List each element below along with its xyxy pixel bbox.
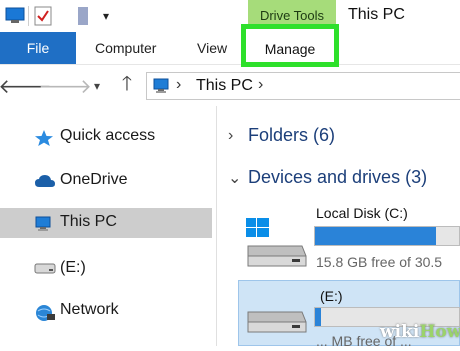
watermark-prefix: wiki (380, 322, 420, 342)
sidebar-item-network[interactable]: Network (0, 296, 212, 326)
sidebar-item-label: (E:) (60, 259, 86, 276)
drive-icon (34, 261, 56, 279)
computer-icon (34, 215, 54, 233)
tab-file[interactable]: File (0, 32, 76, 64)
drive-icon (244, 298, 308, 346)
tab-computer[interactable]: Computer (95, 40, 156, 56)
sidebar-item-label: This PC (60, 213, 117, 230)
sidebar-item-label: OneDrive (60, 171, 128, 188)
drive-label: Local Disk (C:) (316, 205, 408, 221)
sidebar-item-this-pc[interactable]: This PC (0, 208, 212, 238)
chevron-right-icon[interactable]: › (228, 127, 233, 145)
window-title: This PC (348, 6, 405, 23)
wikihow-watermark: wikiHow (380, 322, 460, 342)
properties-icon[interactable] (32, 6, 54, 26)
drive-usage-fill (315, 308, 321, 326)
back-arrow-icon[interactable]: 🡐 (0, 72, 52, 100)
pane-divider[interactable] (216, 106, 217, 346)
sidebar-item-quick-access[interactable]: Quick access (0, 122, 212, 152)
cloud-icon (34, 173, 55, 191)
computer-icon[interactable] (4, 6, 26, 26)
network-icon (34, 303, 55, 321)
tab-manage[interactable]: Manage (241, 24, 339, 67)
drive-tools-label: Drive Tools (259, 8, 325, 23)
qa-divider (28, 6, 29, 26)
drive-usage-bar (314, 226, 460, 246)
drive-free-space: 15.8 GB free of 30.5 (316, 254, 443, 270)
drive-usage-fill (315, 227, 436, 245)
sidebar-item-label: Quick access (60, 127, 156, 144)
sidebar-item-drive-e[interactable]: (E:) (0, 254, 212, 284)
watermark-suffix: How (419, 322, 460, 342)
computer-icon (152, 77, 172, 100)
devices-section-header[interactable]: Devices and drives (3) (248, 167, 427, 188)
customize-dropdown-icon[interactable]: ▾ (96, 6, 116, 26)
forward-arrow-icon[interactable]: 🡒 (38, 72, 92, 100)
chevron-down-icon[interactable]: ▾ (88, 72, 106, 100)
windows-drive-icon[interactable] (244, 216, 308, 272)
folders-section-header[interactable]: Folders (6) (248, 125, 335, 146)
address-bar[interactable] (146, 72, 460, 100)
sidebar-item-onedrive[interactable]: OneDrive (0, 166, 212, 196)
sidebar-item-label: Network (60, 301, 119, 318)
new-folder-icon[interactable] (74, 6, 92, 26)
chevron-down-icon[interactable]: ⌄ (228, 168, 241, 188)
tab-view[interactable]: View (197, 40, 227, 56)
breadcrumb-location[interactable]: This PC (196, 77, 253, 95)
up-arrow-icon[interactable]: 🡑 (114, 72, 140, 100)
breadcrumb-chevron-icon[interactable]: › (258, 76, 263, 94)
drive-label: (E:) (320, 288, 343, 304)
breadcrumb-chevron-icon[interactable]: › (176, 76, 181, 94)
tab-file-label: File (26, 40, 50, 56)
tab-manage-label: Manage (264, 41, 316, 57)
star-icon (34, 129, 54, 147)
